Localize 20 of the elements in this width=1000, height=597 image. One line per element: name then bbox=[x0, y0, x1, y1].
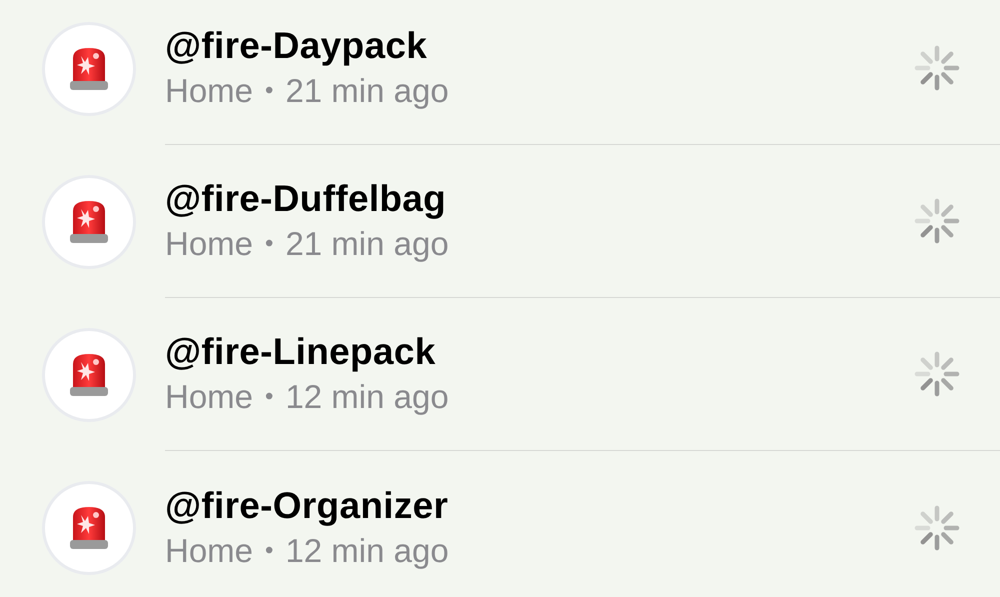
separator-dot: • bbox=[265, 76, 274, 106]
item-location: Home bbox=[165, 224, 254, 264]
item-time: 12 min ago bbox=[285, 377, 449, 417]
separator-dot: • bbox=[265, 536, 274, 566]
loading-spinner-icon bbox=[914, 504, 960, 550]
item-title: @fire-Duffelbag bbox=[165, 177, 448, 221]
separator-dot: • bbox=[265, 229, 274, 259]
item-location: Home bbox=[165, 530, 254, 570]
item-title: @fire-Organizer bbox=[165, 484, 450, 528]
item-location: Home bbox=[165, 377, 254, 417]
item-time: 12 min ago bbox=[285, 530, 449, 571]
item-title: @fire-Daypack bbox=[165, 24, 428, 68]
loading-spinner-icon bbox=[914, 198, 960, 244]
loading-spinner-icon bbox=[914, 351, 960, 397]
item-title: @fire-Linepack bbox=[165, 330, 437, 374]
loading-spinner-icon bbox=[914, 45, 960, 91]
item-time: 21 min ago bbox=[285, 71, 449, 111]
item-time: 21 min ago bbox=[285, 224, 449, 264]
separator-dot: • bbox=[265, 382, 274, 412]
item-location: Home bbox=[165, 71, 254, 111]
